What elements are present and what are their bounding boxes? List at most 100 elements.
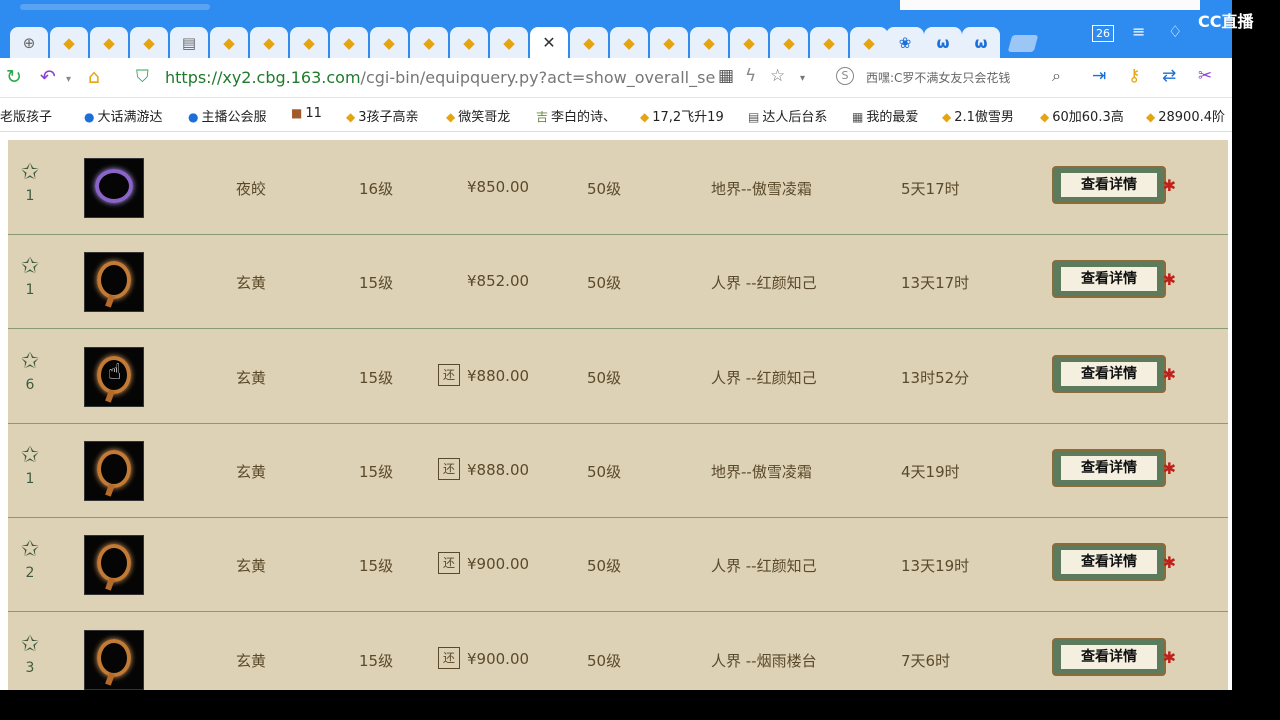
tab-game[interactable]: ◆ xyxy=(50,27,88,58)
bookmark-item[interactable]: ◆ 28900.4阶 xyxy=(1146,106,1225,125)
favorite-button[interactable]: ✩ 1 xyxy=(18,160,42,205)
url-input[interactable]: https://xy2.cbg.163.com/cgi-bin/equipque… xyxy=(165,68,715,87)
bookmark-item[interactable]: 吉李白的诗、 xyxy=(536,106,616,125)
star-icon[interactable]: ☆ xyxy=(770,66,785,86)
tab-baidu[interactable]: ❀ xyxy=(886,27,924,58)
tab-game[interactable]: ◆ xyxy=(330,27,368,58)
scissors-icon[interactable]: ✂ xyxy=(1198,66,1212,86)
document-icon: ▤ xyxy=(748,110,760,124)
star-outline-icon: ✩ xyxy=(20,442,40,468)
qr-code-icon[interactable]: ▦ xyxy=(718,66,734,86)
game-icon: ◆ xyxy=(640,110,650,124)
bookmark-item[interactable]: ◆ 60加60.3高 xyxy=(1040,106,1124,125)
dropdown-icon[interactable]: ▾ xyxy=(800,73,805,84)
login-icon[interactable]: ⇥ xyxy=(1092,66,1106,86)
tab-game[interactable]: ◆ xyxy=(410,27,448,58)
star-outline-icon: ✩ xyxy=(20,254,40,280)
tab-game[interactable]: ◆ xyxy=(130,27,168,58)
view-details-button[interactable]: 查看详情 ✱ xyxy=(1052,637,1176,676)
refresh-icon[interactable]: ↻ xyxy=(6,66,22,88)
equipment-image[interactable] xyxy=(84,252,144,313)
tassel-icon: ✱ xyxy=(1162,364,1176,384)
tab-document[interactable]: ▤ xyxy=(170,27,208,58)
bookmark-item[interactable]: ▤ 达人后台系 xyxy=(748,106,827,125)
skin-icon[interactable]: ♢ xyxy=(1168,22,1182,41)
tab-count-badge[interactable]: 26 xyxy=(1092,25,1114,42)
favorite-button[interactable]: ✩ 3 xyxy=(18,631,42,676)
time-remaining: 7天6时 xyxy=(901,651,951,670)
search-input[interactable]: S 西嘿:C罗不满女友只会花钱 ⌕ xyxy=(830,64,1076,90)
tab-active[interactable]: ✕ xyxy=(530,27,568,58)
equipment-image[interactable] xyxy=(84,629,144,690)
bookmark-item[interactable]: ◆ 17,2飞升19 xyxy=(640,106,724,125)
equipment-name: 玄黄 xyxy=(236,462,267,481)
bookmark-item[interactable]: ◆ 3孩子高亲 xyxy=(346,106,419,125)
tab-game[interactable]: ◆ xyxy=(850,27,888,58)
tab-game[interactable]: ◆ xyxy=(290,27,328,58)
view-details-button[interactable]: 查看详情 ✱ xyxy=(1052,448,1176,487)
bookmark-item[interactable]: ◆ 2.1傲雪男 xyxy=(942,106,1014,125)
tab-game[interactable]: ◆ xyxy=(210,27,248,58)
close-tab-icon[interactable]: ✕ xyxy=(542,33,555,52)
game-icon: ◆ xyxy=(263,33,275,52)
tab-game[interactable]: ◆ xyxy=(650,27,688,58)
equipment-name: 玄黄 xyxy=(236,274,267,293)
view-details-button[interactable]: 查看详情 ✱ xyxy=(1052,354,1176,393)
browser-window: ⊕ ◆ ◆ ◆ ▤ ◆ ◆ ◆ ◆ ◆ ◆ ◆ ◆ ✕ ◆ ◆ ◆ ◆ ◆ ◆ … xyxy=(0,0,1232,690)
tab-game[interactable]: ◆ xyxy=(690,27,728,58)
favorite-button[interactable]: ✩ 1 xyxy=(18,254,42,299)
necklace-icon xyxy=(97,261,131,300)
view-details-button[interactable]: 查看详情 ✱ xyxy=(1052,166,1176,204)
tab-game[interactable]: ◆ xyxy=(490,27,528,58)
time-remaining: 13时52分 xyxy=(901,368,970,387)
view-details-button[interactable]: 查看详情 ✱ xyxy=(1052,543,1176,582)
equipment-image[interactable] xyxy=(84,440,144,501)
tab-video[interactable]: ω xyxy=(924,27,962,58)
view-details-button[interactable]: 查看详情 ✱ xyxy=(1052,260,1176,299)
menu-icon[interactable]: ≡ xyxy=(1132,22,1145,41)
bookmark-item[interactable]: ● 大话满游达 xyxy=(84,106,163,125)
equipment-image[interactable] xyxy=(84,158,144,218)
bookmark-item[interactable]: ● 主播公会服 xyxy=(188,106,267,125)
bookmark-item[interactable]: ◆ 微笑哥龙 xyxy=(446,106,510,125)
star-outline-icon: ✩ xyxy=(20,631,40,657)
tab-game[interactable]: ◆ xyxy=(730,27,768,58)
time-remaining: 13天17时 xyxy=(901,274,970,293)
tab-game[interactable]: ◆ xyxy=(610,27,648,58)
back-dropdown-icon[interactable]: ▾ xyxy=(66,74,71,85)
tab-game[interactable]: ◆ xyxy=(450,27,488,58)
equipment-level: 15级 xyxy=(359,557,394,576)
bookmark-item[interactable]: ■ 11 xyxy=(291,106,322,121)
tab-globe[interactable]: ⊕ xyxy=(10,27,48,58)
translate-icon[interactable]: ⇄ xyxy=(1162,66,1176,86)
equipment-name: 玄黄 xyxy=(236,557,267,576)
address-bar: ↻ ↶ ▾ ⌂ ⛉ https://xy2.cbg.163.com/cgi-bi… xyxy=(0,58,1232,98)
back-icon[interactable]: ↶ xyxy=(40,66,56,88)
equipment-price: ¥880.00 xyxy=(467,366,530,385)
paw-icon: ❀ xyxy=(898,33,912,52)
equipment-image[interactable] xyxy=(84,535,144,596)
lightning-icon[interactable]: ϟ xyxy=(745,66,756,86)
favorite-button[interactable]: ✩ 1 xyxy=(18,442,42,487)
tab-game[interactable]: ◆ xyxy=(370,27,408,58)
new-tab-button[interactable] xyxy=(1007,35,1039,52)
favorite-button[interactable]: ✩ 6 xyxy=(18,348,42,393)
star-outline-icon: ✩ xyxy=(20,160,40,185)
search-icon[interactable]: ⌕ xyxy=(1052,66,1061,86)
equipment-list: ✩ 1 夜皎 16级 ¥850.00 50级 地界--傲雪凌霜 5天17时 查看详情 ✱ ✩ 1 玄黄 1… xyxy=(8,140,1228,690)
required-level: 50级 xyxy=(587,462,622,481)
tab-game[interactable]: ◆ xyxy=(90,27,128,58)
home-icon[interactable]: ⌂ xyxy=(88,66,100,88)
tab-game[interactable]: ◆ xyxy=(770,27,808,58)
bookmark-item[interactable]: 老版孩子 xyxy=(0,106,52,125)
server-name: 人界 --红颜知己 xyxy=(711,557,817,576)
star-outline-icon: ✩ xyxy=(20,348,40,374)
favorite-button[interactable]: ✩ 2 xyxy=(18,539,42,582)
tab-video[interactable]: ω xyxy=(962,27,1000,58)
tab-game[interactable]: ◆ xyxy=(570,27,608,58)
key-icon[interactable]: ⚷ xyxy=(1128,66,1140,86)
tab-game[interactable]: ◆ xyxy=(250,27,288,58)
required-level: 50级 xyxy=(587,368,622,387)
tab-game[interactable]: ◆ xyxy=(810,27,848,58)
bookmark-item[interactable]: ▦ 我的最爱 xyxy=(852,106,918,125)
